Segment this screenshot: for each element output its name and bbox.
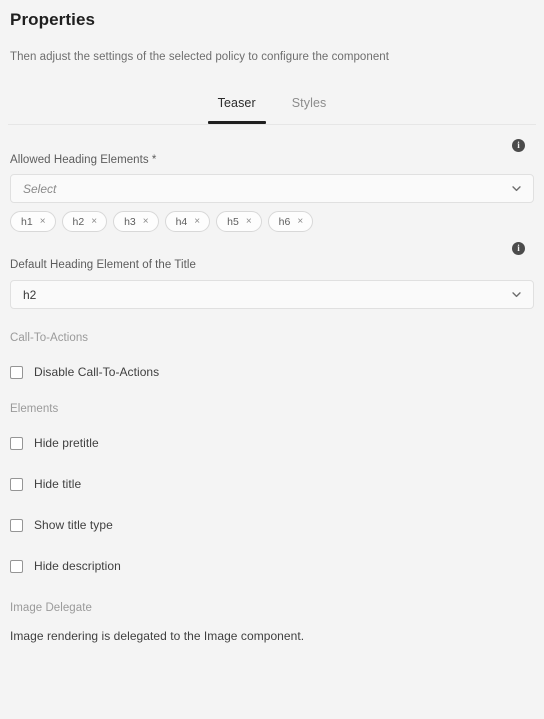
properties-form: i Allowed Heading Elements * Select h1 ×…: [0, 139, 544, 643]
section-label-call-to-actions: Call-To-Actions: [10, 332, 89, 344]
field-label-default-heading-element: Default Heading Element of the Title: [10, 259, 196, 271]
section-label-image-delegate: Image Delegate: [10, 602, 92, 614]
page-subtitle: Then adjust the settings of the selected…: [10, 51, 389, 63]
list-item[interactable]: h3 ×: [113, 211, 159, 232]
checkbox-disable-call-to-actions[interactable]: [10, 365, 23, 379]
list-item[interactable]: h5 ×: [216, 211, 262, 232]
close-icon[interactable]: ×: [246, 216, 252, 227]
checkbox-row-disable-call-to-actions[interactable]: Disable Call-To-Actions: [0, 365, 544, 379]
field-allowed-heading-elements: i Allowed Heading Elements * Select: [0, 139, 544, 203]
allowed-heading-elements-select[interactable]: Select: [10, 174, 534, 203]
checkbox-show-title-type[interactable]: [10, 518, 23, 532]
checkbox-row-hide-pretitle[interactable]: Hide pretitle: [0, 436, 544, 450]
close-icon[interactable]: ×: [297, 216, 303, 227]
page-title: Properties: [10, 10, 96, 29]
chip-label: h4: [175, 215, 188, 228]
default-heading-element-value: h2: [23, 287, 37, 302]
chevron-down-icon: [511, 183, 522, 194]
checkbox-row-hide-description[interactable]: Hide description: [0, 559, 544, 573]
info-icon[interactable]: i: [512, 139, 525, 152]
tab-styles[interactable]: Styles: [274, 93, 345, 113]
image-delegate-description: Image rendering is delegated to the Imag…: [10, 629, 305, 643]
close-icon[interactable]: ×: [91, 216, 97, 227]
chevron-down-icon: [511, 289, 522, 300]
tab-divider: [8, 124, 536, 125]
checkbox-label: Hide description: [34, 559, 121, 573]
checkbox-label: Hide pretitle: [34, 436, 99, 450]
field-default-heading-element: i Default Heading Element of the Title h…: [0, 242, 544, 309]
chip-label: h3: [124, 215, 136, 228]
allowed-heading-elements-placeholder: Select: [23, 181, 57, 196]
chip-label: h5: [227, 215, 239, 228]
close-icon[interactable]: ×: [40, 216, 46, 227]
list-item[interactable]: h6 ×: [267, 211, 314, 232]
chip-label: h1: [21, 215, 33, 228]
allowed-heading-elements-chips: h1 × h2 × h3 × h4 × h5 × h6 ×: [0, 211, 544, 232]
properties-panel: Properties Then adjust the settings of t…: [0, 0, 544, 719]
field-label-allowed-heading-elements: Allowed Heading Elements *: [10, 154, 157, 166]
close-icon[interactable]: ×: [194, 216, 200, 227]
checkbox-label: Hide title: [34, 477, 82, 491]
checkbox-hide-description[interactable]: [10, 559, 23, 573]
checkbox-row-hide-title[interactable]: Hide title: [0, 477, 544, 491]
close-icon[interactable]: ×: [143, 216, 149, 227]
checkbox-hide-title[interactable]: [10, 477, 23, 491]
list-item[interactable]: h4 ×: [164, 211, 211, 232]
chip-label: h2: [72, 215, 85, 228]
section-label-elements: Elements: [10, 403, 59, 415]
chip-label: h6: [278, 215, 291, 228]
checkbox-label: Show title type: [34, 518, 113, 532]
default-heading-element-select[interactable]: h2: [10, 280, 534, 309]
checkbox-hide-pretitle[interactable]: [10, 436, 23, 450]
list-item[interactable]: h2 ×: [61, 211, 108, 232]
list-item[interactable]: h1 ×: [10, 211, 56, 232]
tab-teaser[interactable]: Teaser: [200, 93, 274, 124]
checkbox-label: Disable Call-To-Actions: [34, 365, 160, 379]
info-icon[interactable]: i: [512, 242, 525, 255]
checkbox-row-show-title-type[interactable]: Show title type: [0, 518, 544, 532]
tab-bar: Teaser Styles: [0, 93, 544, 131]
